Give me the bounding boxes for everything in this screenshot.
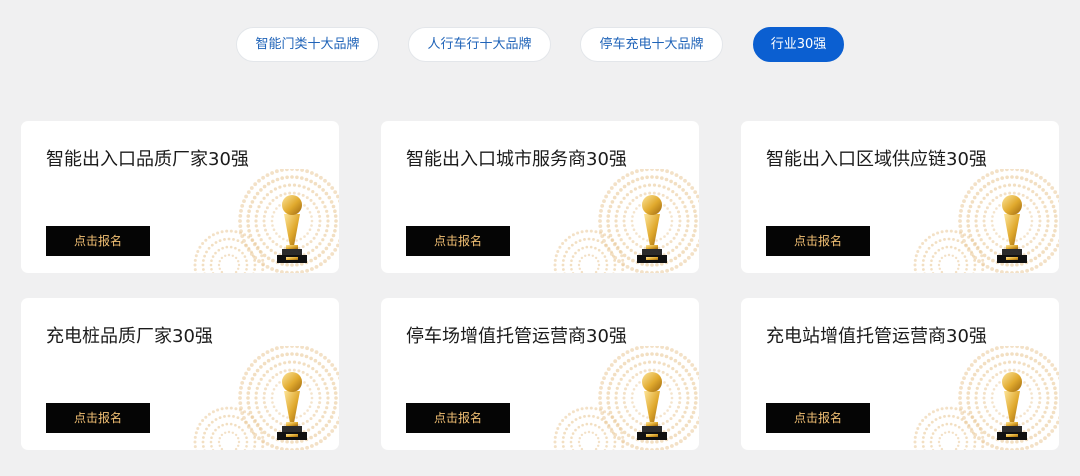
signup-button[interactable]: 点击报名 xyxy=(406,403,510,433)
card-title: 智能出入口品质厂家30强 xyxy=(46,149,249,170)
card-title: 充电站增值托管运营商30强 xyxy=(766,326,987,347)
tab-smart-category-top10[interactable]: 智能门类十大品牌 xyxy=(236,27,379,62)
card-title: 智能出入口城市服务商30强 xyxy=(406,149,627,170)
signup-button[interactable]: 点击报名 xyxy=(766,226,870,256)
signup-button[interactable]: 点击报名 xyxy=(46,403,150,433)
signup-button[interactable]: 点击报名 xyxy=(46,226,150,256)
tab-parking-charging-top10[interactable]: 停车充电十大品牌 xyxy=(580,27,723,62)
award-card: 智能出入口城市服务商30强 点击报名 xyxy=(381,121,699,273)
trophy-icon xyxy=(913,169,1059,273)
trophy-icon xyxy=(553,169,699,273)
trophy-icon xyxy=(553,346,699,450)
card-title: 停车场增值托管运营商30强 xyxy=(406,326,627,347)
tab-industry-top30[interactable]: 行业30强 xyxy=(753,27,844,62)
award-card: 充电站增值托管运营商30强 点击报名 xyxy=(741,298,1059,450)
award-card: 智能出入口区域供应链30强 点击报名 xyxy=(741,121,1059,273)
category-tabs: 智能门类十大品牌 人行车行十大品牌 停车充电十大品牌 行业30强 xyxy=(0,27,1080,63)
signup-button[interactable]: 点击报名 xyxy=(406,226,510,256)
trophy-icon xyxy=(193,169,339,273)
card-title: 充电桩品质厂家30强 xyxy=(46,326,213,347)
signup-button[interactable]: 点击报名 xyxy=(766,403,870,433)
card-title: 智能出入口区域供应链30强 xyxy=(766,149,987,170)
award-card: 智能出入口品质厂家30强 点击报名 xyxy=(21,121,339,273)
award-card: 停车场增值托管运营商30强 点击报名 xyxy=(381,298,699,450)
trophy-icon xyxy=(193,346,339,450)
tab-pedestrian-vehicle-top10[interactable]: 人行车行十大品牌 xyxy=(408,27,551,62)
award-card: 充电桩品质厂家30强 点击报名 xyxy=(21,298,339,450)
trophy-icon xyxy=(913,346,1059,450)
